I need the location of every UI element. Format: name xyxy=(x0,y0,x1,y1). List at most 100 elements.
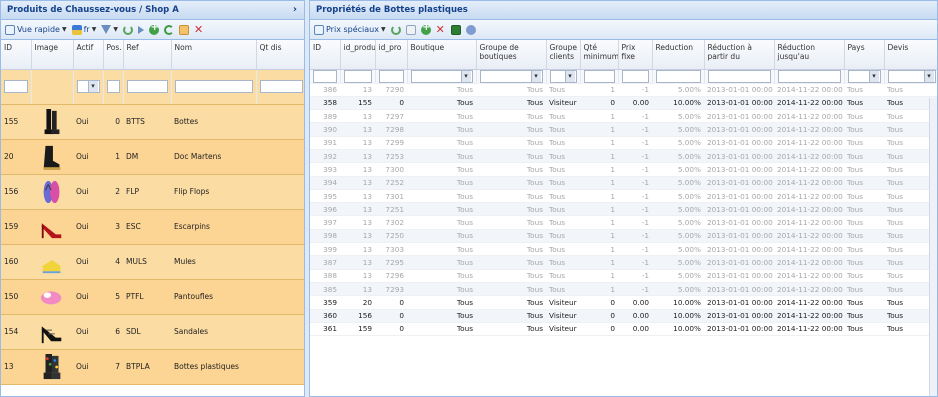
sync-icon[interactable] xyxy=(122,24,133,35)
table-row[interactable]: 396 13 7251 Tous Tous Tous 1 -1 5.00% 2013-01-01 … xyxy=(310,202,937,217)
table-row[interactable]: 359 20 0 Tous Tous Visiteur 0 0.00 10.00% 2013-01… xyxy=(310,295,937,310)
filter-input[interactable] xyxy=(378,69,404,82)
column-header[interactable]: Réduction jusqu'au xyxy=(774,40,845,70)
column-header[interactable]: Reduction xyxy=(652,40,705,70)
price-id: 361 xyxy=(310,322,340,337)
filter-input[interactable] xyxy=(313,69,337,82)
table-row[interactable]: 397 13 7302 Tous Tous Tous 1 -1 5.00% 2013-01-01 … xyxy=(310,215,937,230)
table-row[interactable]: 155 Oui 0 BTTS Bottes xyxy=(1,104,304,140)
column-header[interactable]: Pays xyxy=(844,40,885,70)
table-row[interactable]: 385 13 7293 Tous Tous Tous 1 -1 5.00% 2013-01-01 … xyxy=(310,282,937,297)
column-header[interactable]: ID xyxy=(1,40,32,70)
filter-input[interactable] xyxy=(621,69,649,82)
delete-icon[interactable]: ✕ xyxy=(436,24,446,35)
column-header[interactable]: Groupe de boutiques xyxy=(476,40,547,70)
table-row[interactable]: 390 13 7298 Tous Tous Tous 1 -1 5.00% 2013-01-01 … xyxy=(310,122,937,137)
table-row[interactable]: 386 13 7290 Tous Tous Tous 1 -1 5.00% 2013-01-01 … xyxy=(310,83,937,97)
table-row[interactable]: 387 13 7295 Tous Tous Tous 1 -1 5.00% 2013-01-01 … xyxy=(310,255,937,270)
reduction: 10.00% xyxy=(652,309,704,323)
delete-icon[interactable]: ✕ xyxy=(194,24,204,35)
filter-input[interactable] xyxy=(583,69,615,82)
table-row[interactable]: 154 Oui 6 SDL Sandales xyxy=(1,314,304,350)
table-row[interactable]: 393 13 7300 Tous Tous Tous 1 -1 5.00% 2013-01-01 … xyxy=(310,162,937,177)
column-header[interactable]: id_produ xyxy=(340,40,376,70)
column-header[interactable]: Groupe clients xyxy=(546,40,581,70)
column-header[interactable]: Actif xyxy=(73,40,104,70)
reduction-from: 2013-01-01 00:00 xyxy=(704,83,774,97)
filter-select[interactable] xyxy=(410,69,473,82)
filter-qty-input[interactable] xyxy=(259,80,303,93)
table-row[interactable]: 361 159 0 Tous Tous Visiteur 0 0.00 10.00% 2013-0… xyxy=(310,322,937,337)
table-row[interactable]: 358 155 0 Tous Tous Visiteur 0 0.00 10.00% 2013-0… xyxy=(310,96,937,111)
reduction: 5.00% xyxy=(652,282,704,297)
column-header[interactable]: Pos. xyxy=(103,40,124,70)
column-header[interactable]: Nom xyxy=(171,40,257,70)
sync-icon[interactable] xyxy=(390,24,401,35)
product-qty xyxy=(256,104,304,140)
filter-input[interactable] xyxy=(707,69,771,82)
table-row[interactable]: 399 13 7303 Tous Tous Tous 1 -1 5.00% 2013-01-01 … xyxy=(310,242,937,257)
add-icon[interactable] xyxy=(420,22,431,35)
filter-ref-input[interactable] xyxy=(126,80,168,93)
table-row[interactable]: 389 13 7297 Tous Tous Tous 1 -1 5.00% 2013-01-01 … xyxy=(310,109,937,124)
table-row[interactable]: 360 156 0 Tous Tous Visiteur 0 0.00 10.00% 2013-0… xyxy=(310,309,937,323)
collapse-chevron-icon[interactable]: › xyxy=(293,1,297,19)
help-icon[interactable] xyxy=(465,24,476,35)
table-row[interactable]: 388 13 7296 Tous Tous Tous 1 -1 5.00% 2013-01-01 … xyxy=(310,269,937,283)
quick-view-button[interactable]: Vue rapide ▼ xyxy=(5,24,67,35)
column-header[interactable]: Qté minimum xyxy=(580,40,619,70)
refresh-icon[interactable] xyxy=(163,24,174,35)
table-row[interactable]: 398 13 7250 Tous Tous Tous 1 -1 5.00% 2013-01-01 … xyxy=(310,229,937,244)
column-header[interactable]: id_pro xyxy=(375,40,408,70)
column-header[interactable]: Qt dis xyxy=(256,40,304,70)
column-header[interactable]: Image xyxy=(31,40,74,70)
filter-nom-input[interactable] xyxy=(174,80,253,93)
table-row[interactable]: 13 Oui 7 BTPLA Bottes plastiques xyxy=(1,349,304,385)
filter-actif-select[interactable] xyxy=(76,80,100,93)
product-position: 4 xyxy=(103,244,123,280)
table-row[interactable]: 159 Oui 3 ESC Escarpins xyxy=(1,209,304,245)
properties-panel-title: Propriétés de Bottes plastiques xyxy=(310,1,937,20)
filter-select[interactable] xyxy=(549,69,577,82)
filter-input[interactable] xyxy=(777,69,841,82)
shop-group: Tous xyxy=(476,136,546,150)
table-row[interactable]: 391 13 7299 Tous Tous Tous 1 -1 5.00% 2013-01-01 … xyxy=(310,136,937,150)
column-header[interactable]: Boutique xyxy=(407,40,477,70)
table-row[interactable]: 160 Oui 4 MULS Mules xyxy=(1,244,304,280)
add-icon[interactable] xyxy=(148,22,159,35)
column-header[interactable]: Devis xyxy=(884,40,937,70)
pointer-icon[interactable] xyxy=(137,25,144,34)
customer-group: Tous xyxy=(546,109,580,124)
table-row[interactable]: 156 Oui 2 FLP Flip Flops xyxy=(1,174,304,210)
table-row[interactable]: 150 Oui 5 PTFL Pantoufles xyxy=(1,279,304,315)
table-row[interactable]: 392 13 7253 Tous Tous Tous 1 -1 5.00% 2013-01-01 … xyxy=(310,149,937,164)
export-icon[interactable] xyxy=(178,24,189,35)
product-active: Oui xyxy=(73,244,103,280)
filter-button[interactable]: ▼ xyxy=(101,25,118,34)
reduction-to: 2014-11-22 00:00 xyxy=(774,215,844,230)
shop: Tous xyxy=(407,269,476,283)
column-header[interactable]: Prix fixe xyxy=(618,40,653,70)
table-row[interactable]: 394 13 7252 Tous Tous Tous 1 -1 5.00% 2013-01-01 … xyxy=(310,176,937,190)
product-qty xyxy=(256,349,304,385)
excel-export-icon[interactable] xyxy=(450,24,461,35)
filter-pos-input[interactable] xyxy=(106,80,120,93)
shoe-image xyxy=(43,180,60,203)
product-id: 155 xyxy=(1,104,31,140)
filter-select[interactable] xyxy=(479,69,543,82)
table-row[interactable]: 20 Oui 1 DM Doc Martens xyxy=(1,139,304,175)
min-qty: 1 xyxy=(580,242,618,257)
filter-input[interactable] xyxy=(343,69,372,82)
column-header[interactable]: ID xyxy=(310,40,341,70)
column-header[interactable]: Réduction à partir du xyxy=(704,40,775,70)
language-button[interactable]: fr ▼ xyxy=(71,24,96,35)
vertical-scrollbar[interactable] xyxy=(929,98,937,396)
column-header[interactable]: Ref xyxy=(123,40,172,70)
filter-id-input[interactable] xyxy=(4,80,28,93)
edit-icon[interactable] xyxy=(405,24,416,35)
special-prices-button[interactable]: Prix spéciaux ▼ xyxy=(314,24,386,35)
table-row[interactable]: 395 13 7301 Tous Tous Tous 1 -1 5.00% 2013-01-01 … xyxy=(310,189,937,204)
filter-select[interactable] xyxy=(847,69,881,82)
filter-select[interactable] xyxy=(887,69,936,82)
filter-input[interactable] xyxy=(655,69,701,82)
